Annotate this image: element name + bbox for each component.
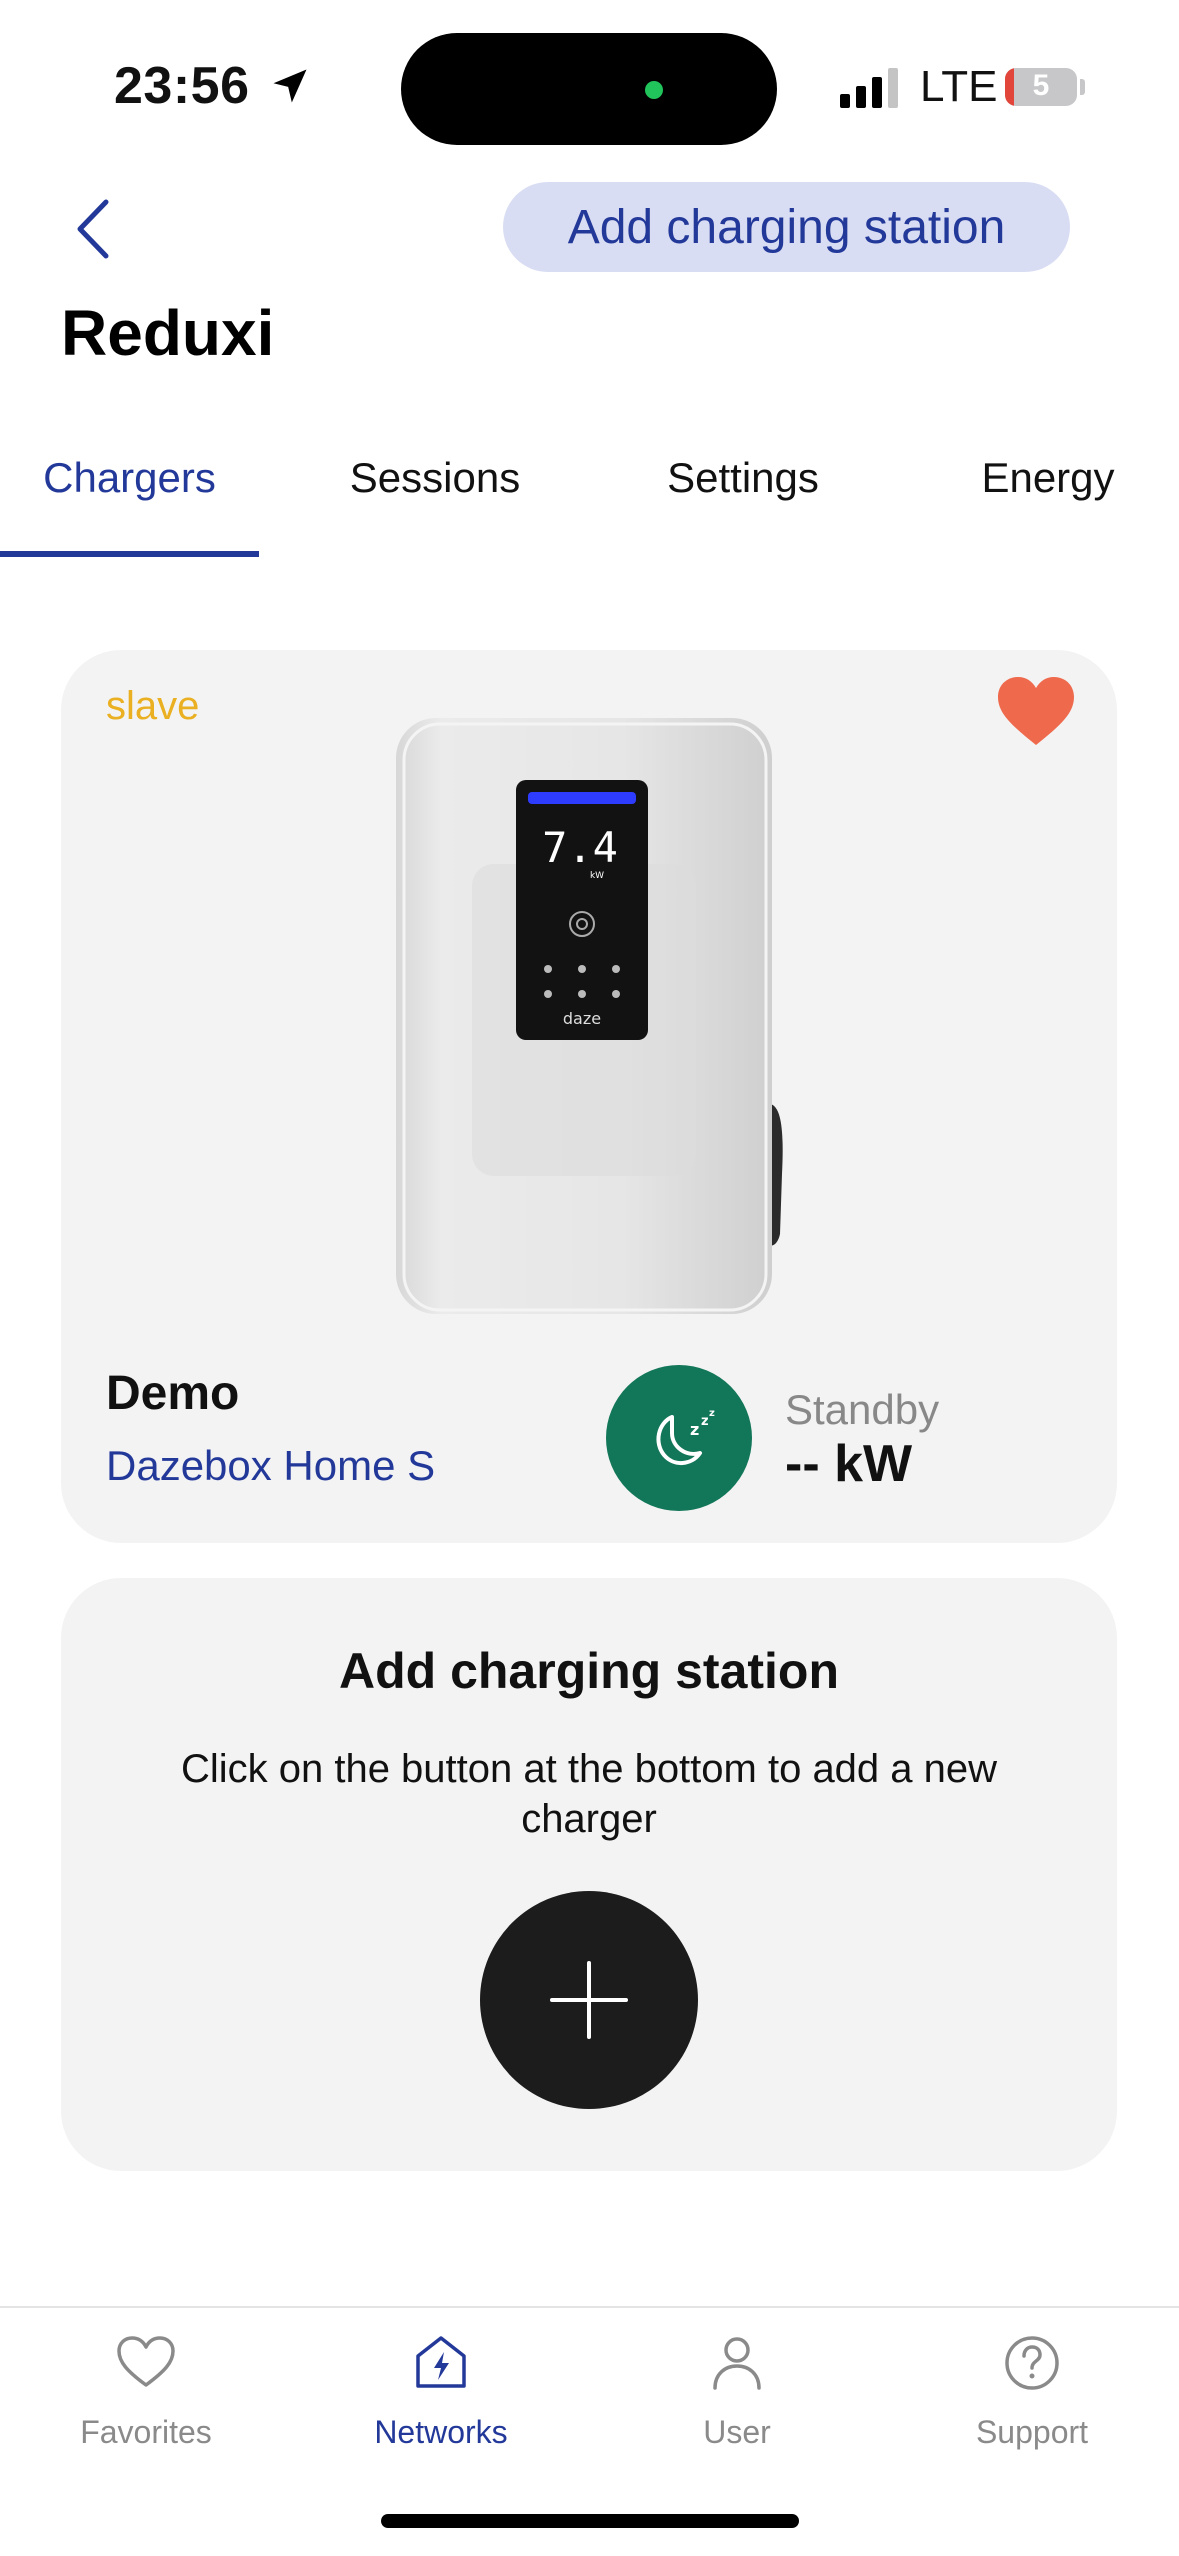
plus-icon [550, 1961, 628, 2039]
dynamic-island [401, 33, 777, 145]
tab-settings[interactable]: Settings [617, 454, 869, 502]
nav-networks[interactable]: Networks [341, 2330, 541, 2451]
home-indicator[interactable] [381, 2514, 799, 2528]
page-title: Reduxi [61, 297, 275, 369]
user-icon [713, 2337, 761, 2390]
tab-chargers[interactable]: Chargers [0, 454, 259, 502]
svg-text:z: z [709, 1408, 715, 1419]
camera-indicator [645, 81, 663, 99]
device-display-power: 7.4 [542, 823, 618, 872]
device-brand: daze [563, 1009, 601, 1028]
nav-favorites[interactable]: Favorites [46, 2330, 246, 2451]
svg-text:z: z [701, 1414, 709, 1429]
tab-energy[interactable]: Energy [922, 454, 1174, 502]
charger-power: -- kW [785, 1435, 913, 1493]
add-card-title: Add charging station [339, 1643, 839, 1699]
nav-label-support: Support [975, 2414, 1089, 2450]
bolt-house-icon [416, 2336, 466, 2388]
device-display-unit: kW [590, 871, 604, 881]
heart-icon[interactable] [996, 675, 1076, 747]
battery-icon: 5 [1005, 68, 1077, 106]
charger-model: Dazebox Home S [106, 1442, 436, 1489]
tab-sessions[interactable]: Sessions [309, 454, 561, 502]
network-type: LTE [920, 62, 998, 111]
nav-label-networks: Networks [374, 2414, 508, 2450]
status-time: 23:56 [114, 57, 250, 115]
active-tab-indicator [0, 551, 259, 557]
add-card-description: Click on the button at the bottom to add… [180, 1747, 998, 1841]
svg-text:z: z [690, 1420, 699, 1439]
role-badge: slave [106, 684, 200, 728]
nav-label-favorites: Favorites [80, 2414, 212, 2450]
status-indicator: z z z [606, 1365, 752, 1511]
add-charging-station-button[interactable]: Add charging station [503, 182, 1070, 272]
battery-percent: 5 [1032, 69, 1050, 102]
chevron-left-icon[interactable] [70, 196, 118, 262]
charger-status: Standby [785, 1386, 940, 1433]
battery-tip [1080, 79, 1085, 95]
question-circle-icon [1005, 2336, 1059, 2390]
location-arrow-icon [273, 69, 307, 103]
heart-outline-icon [117, 2336, 175, 2387]
nav-label-user: User [703, 2414, 771, 2450]
add-charger-button[interactable] [480, 1891, 698, 2109]
nav-support[interactable]: Support [932, 2330, 1132, 2451]
nav-user[interactable]: User [637, 2330, 837, 2451]
charger-device-image: 7.4 kW daze [396, 718, 783, 1314]
charger-name: Demo [106, 1367, 240, 1420]
sleep-moon-icon: z z z [656, 1408, 715, 1465]
nav-separator [0, 2306, 1179, 2308]
signal-icon [840, 68, 898, 108]
